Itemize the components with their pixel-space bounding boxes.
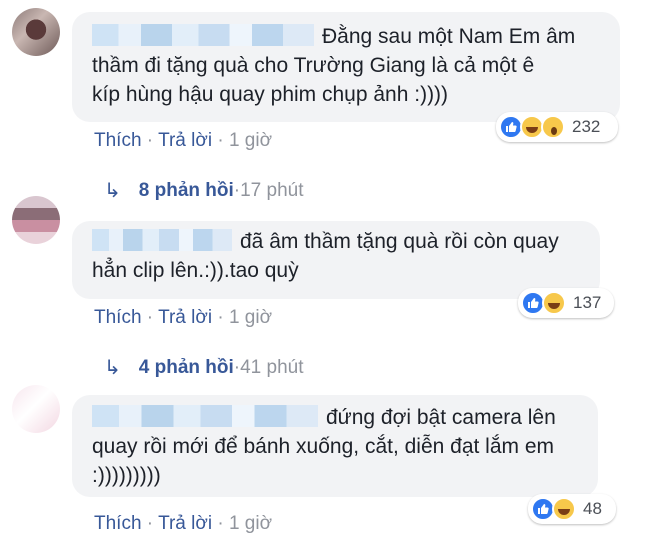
replies-count-link[interactable]: 8 phản hồi (139, 180, 234, 202)
comment-text: kíp hùng hậu quay phim chụp ảnh :)))) (92, 83, 449, 106)
reply-arrow-icon: ↳ (104, 357, 121, 379)
reply-link[interactable]: Trả lời (158, 513, 212, 534)
reply-arrow-icon: ↳ (104, 180, 121, 202)
reaction-count: 137 (573, 293, 602, 312)
reaction-count: 48 (583, 499, 602, 518)
comment-text: :))))))))) (92, 464, 161, 487)
comment-actions: Thích · Trả lời · 1 giờ (94, 130, 273, 151)
comment-text: quay rồi mới để bánh xuống, cắt, diễn đạ… (92, 435, 555, 458)
blurred-commenter-name[interactable] (92, 24, 314, 46)
commenter-avatar[interactable] (12, 196, 60, 244)
commenter-avatar[interactable] (12, 385, 60, 433)
replies-timestamp: 17 phút (240, 179, 304, 201)
like-link[interactable]: Thích (94, 513, 142, 534)
comment-text: đã âm thầm tặng quà rồi còn quay (240, 230, 559, 253)
comment-text: Đằng sau một Nam Em âm (322, 25, 576, 48)
comment-text: thầm đi tặng quà cho Trường Giang là cả … (92, 54, 535, 77)
reply-link[interactable]: Trả lời (158, 130, 212, 151)
comment-bubble: Đằng sau một Nam Em âm thầm đi tặng quà … (72, 12, 620, 122)
reply-link[interactable]: Trả lời (158, 307, 212, 328)
like-link[interactable]: Thích (94, 130, 142, 151)
replies-count-link[interactable]: 4 phản hồi (139, 357, 234, 379)
comment-text: hẳn clip lên.:)).tao quỳ (92, 259, 299, 282)
comment-timestamp[interactable]: 1 giờ (229, 130, 272, 151)
wow-reaction-icon (541, 115, 565, 139)
view-replies: ↳ 4 phản hồi · 41 phút (104, 356, 304, 380)
haha-reaction-icon (552, 497, 576, 521)
like-link[interactable]: Thích (94, 307, 142, 328)
comment-text: đứng đợi bật camera lên (326, 406, 556, 429)
commenter-avatar[interactable] (12, 8, 60, 56)
blurred-commenter-name[interactable] (92, 229, 232, 251)
comment-timestamp[interactable]: 1 giờ (229, 307, 272, 328)
haha-reaction-icon (542, 291, 566, 315)
blurred-commenter-name[interactable] (92, 405, 318, 427)
comment-bubble: đã âm thầm tặng quà rồi còn quay hẳn cli… (72, 221, 600, 299)
reaction-summary[interactable]: 232 (496, 112, 618, 142)
replies-timestamp: 41 phút (240, 356, 304, 378)
view-replies: ↳ 8 phản hồi · 17 phút (104, 179, 304, 203)
reaction-summary[interactable]: 48 (528, 494, 616, 524)
comment-actions: Thích · Trả lời · 1 giờ (94, 513, 273, 534)
comment-actions: Thích · Trả lời · 1 giờ (94, 307, 273, 328)
reaction-summary[interactable]: 137 (518, 288, 614, 318)
comment-timestamp[interactable]: 1 giờ (229, 513, 272, 534)
comment-bubble: đứng đợi bật camera lên quay rồi mới để … (72, 395, 598, 497)
reaction-count: 232 (572, 117, 601, 136)
